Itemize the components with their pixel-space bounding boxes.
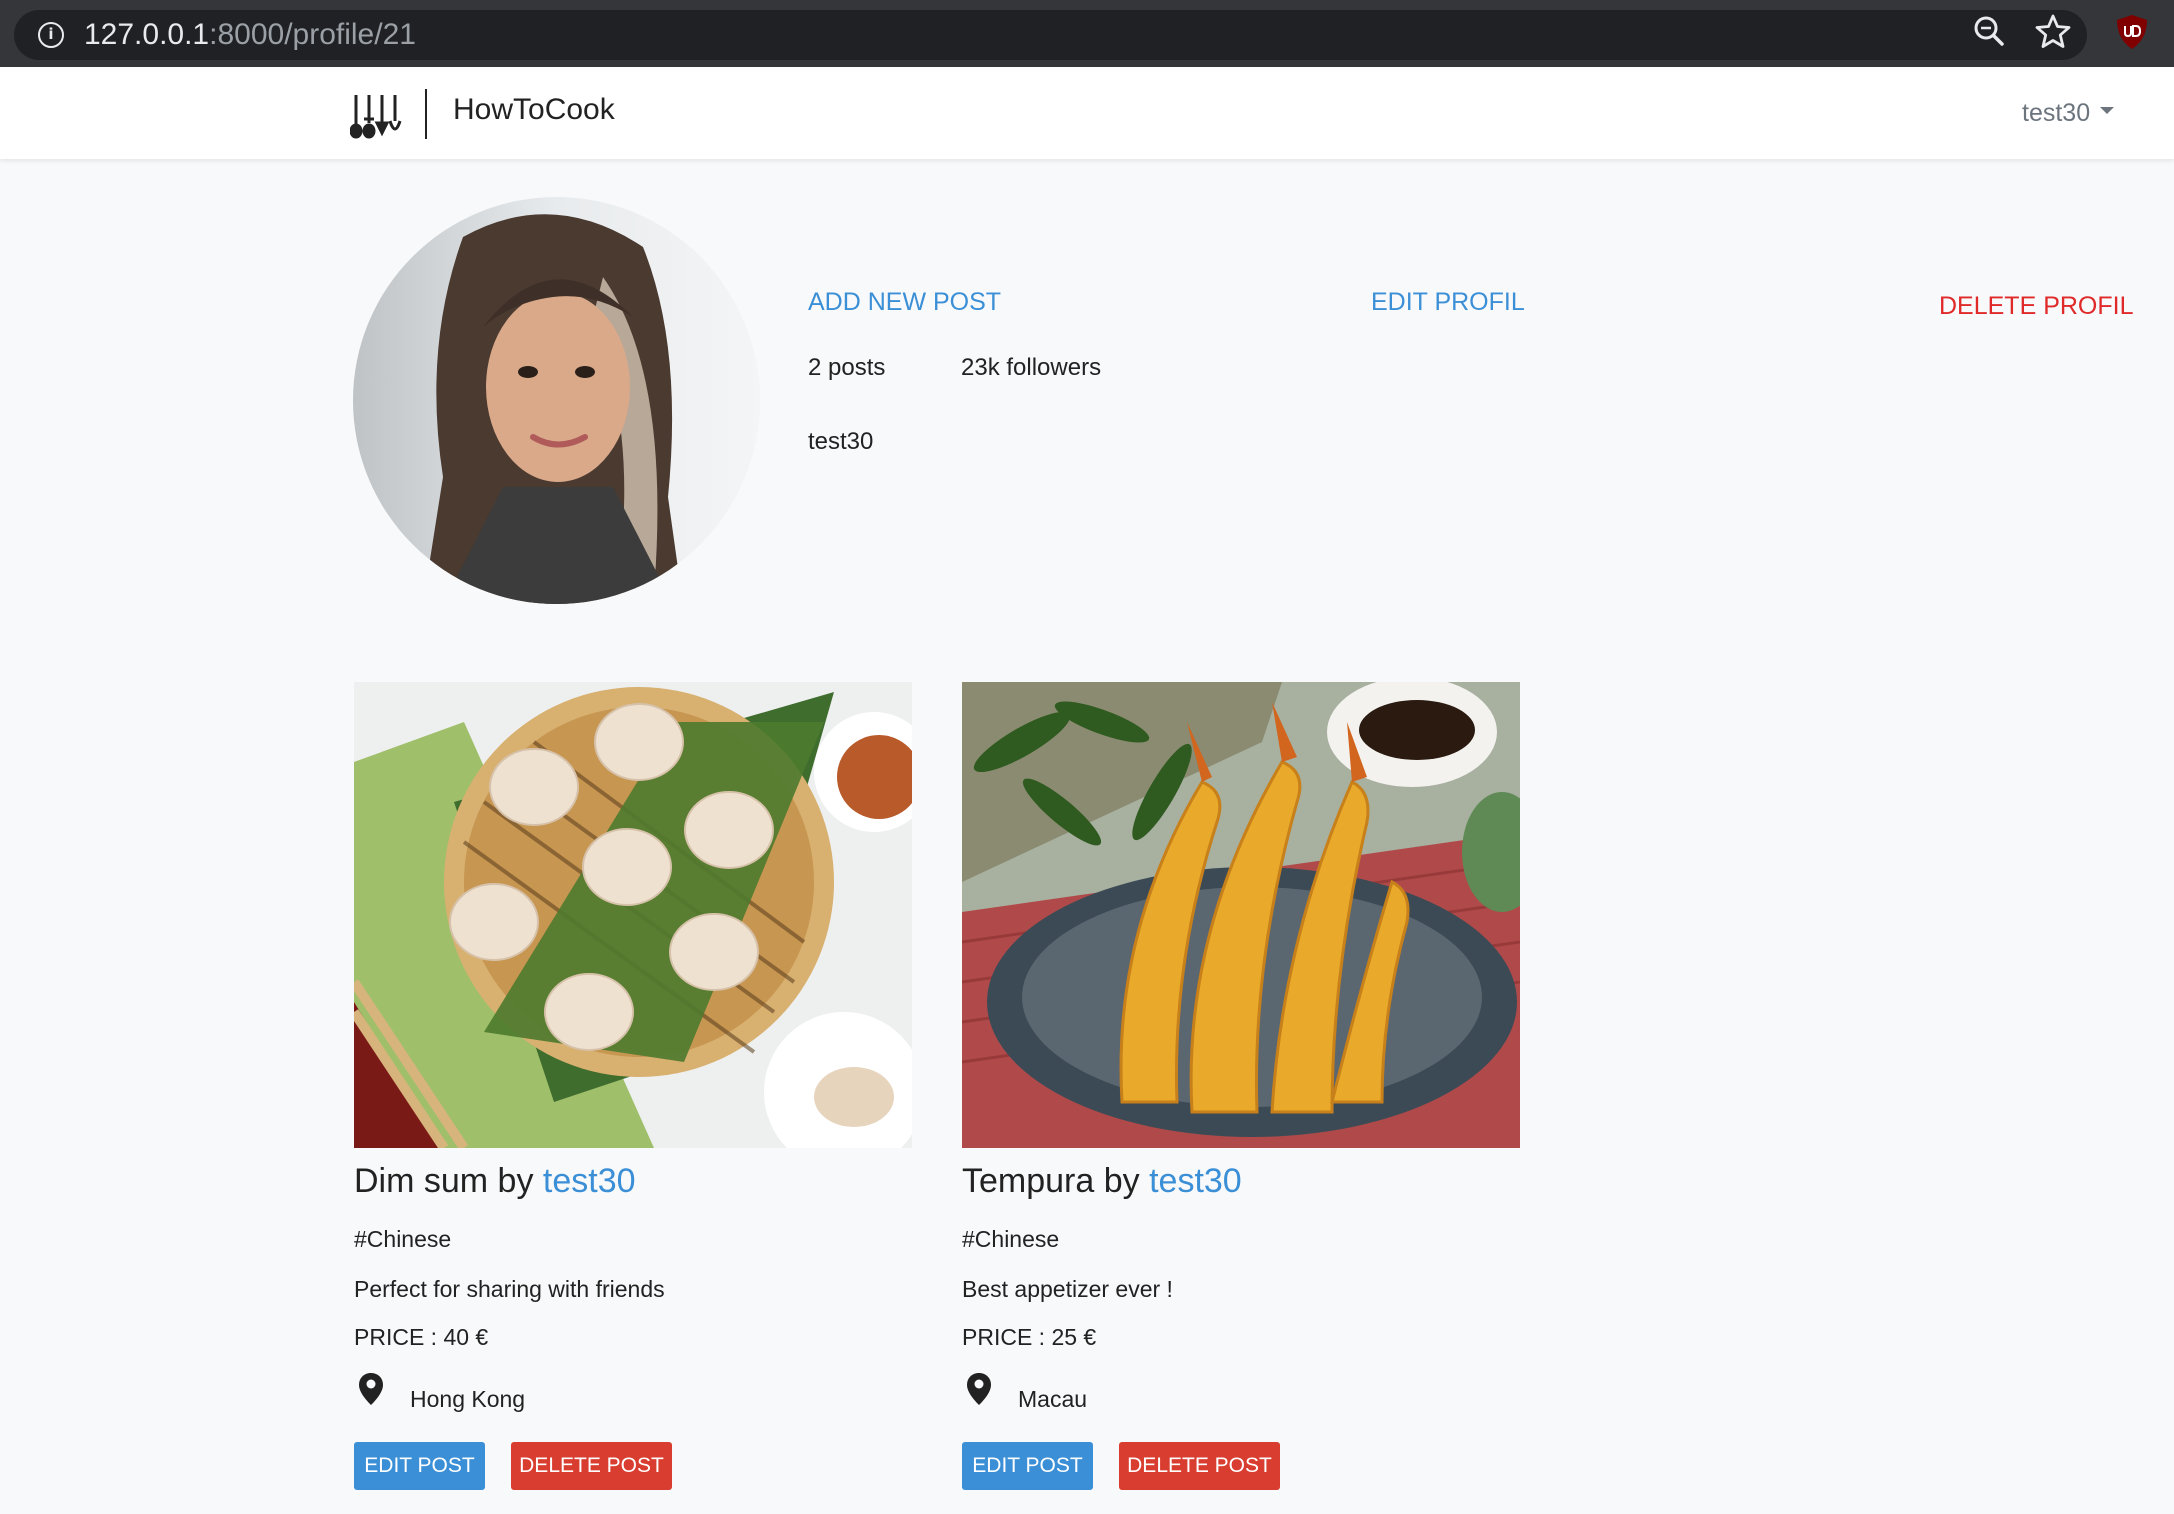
- post-dish-name: Dim sum: [354, 1162, 489, 1200]
- location-pin-icon: [359, 1373, 383, 1405]
- edit-post-button[interactable]: EDIT POST: [962, 1442, 1093, 1490]
- delete-post-button[interactable]: DELETE POST: [1119, 1442, 1280, 1490]
- post-title-by: by: [1094, 1162, 1150, 1200]
- caret-down-icon: [2100, 106, 2115, 114]
- post-tag: #Chinese: [962, 1226, 1060, 1252]
- top-navbar: HowToCook test30: [0, 67, 2174, 159]
- ublock-shield-icon[interactable]: [2114, 13, 2150, 51]
- brand-divider: [425, 89, 427, 139]
- post-title: Tempura by test30: [962, 1162, 1242, 1201]
- avatar: [353, 197, 760, 604]
- post-price: PRICE : 40 €: [354, 1324, 489, 1350]
- delete-post-button[interactable]: DELETE POST: [511, 1442, 672, 1490]
- profile-username: test30: [808, 428, 874, 455]
- post-author-link[interactable]: test30: [1149, 1162, 1242, 1200]
- post-image[interactable]: [354, 682, 912, 1148]
- post-location: Macau: [1018, 1386, 1088, 1412]
- address-bar[interactable]: i 127.0.0.1:8000/profile/21: [14, 10, 2087, 60]
- post-image[interactable]: [962, 682, 1520, 1148]
- post-title-by: by: [488, 1162, 543, 1200]
- bookmark-star-icon[interactable]: [2033, 12, 2073, 52]
- location-pin-icon: [967, 1373, 991, 1405]
- post-price: PRICE : 25 €: [962, 1324, 1097, 1350]
- url-path: :8000/profile/21: [209, 18, 416, 51]
- edit-post-button[interactable]: EDIT POST: [354, 1442, 485, 1490]
- browser-toolbar: i 127.0.0.1:8000/profile/21: [0, 0, 2174, 67]
- add-new-post-link[interactable]: ADD NEW POST: [808, 288, 1001, 317]
- followers-count: 23k followers: [961, 354, 1102, 381]
- zoom-icon[interactable]: [1970, 12, 2010, 52]
- delete-profile-link[interactable]: DELETE PROFIL: [1939, 292, 2134, 321]
- url-host: 127.0.0.1: [84, 18, 210, 51]
- url-text[interactable]: 127.0.0.1:8000/profile/21: [84, 18, 416, 52]
- user-dropdown-label: test30: [2022, 99, 2091, 127]
- post-dish-name: Tempura: [962, 1162, 1095, 1200]
- posts-count: 2 posts: [808, 354, 886, 381]
- user-dropdown[interactable]: test30: [2022, 99, 2115, 128]
- kitchen-utensils-icon[interactable]: [350, 91, 402, 139]
- post-tag: #Chinese: [354, 1226, 452, 1252]
- post-description: Best appetizer ever !: [962, 1276, 1173, 1302]
- brand-name[interactable]: HowToCook: [453, 93, 615, 127]
- post-location: Hong Kong: [410, 1386, 526, 1412]
- edit-profile-link[interactable]: EDIT PROFIL: [1371, 288, 1525, 317]
- post-author-link[interactable]: test30: [543, 1162, 636, 1200]
- info-icon[interactable]: i: [38, 22, 64, 48]
- post-description: Perfect for sharing with friends: [354, 1276, 665, 1302]
- post-title: Dim sum by test30: [354, 1162, 636, 1201]
